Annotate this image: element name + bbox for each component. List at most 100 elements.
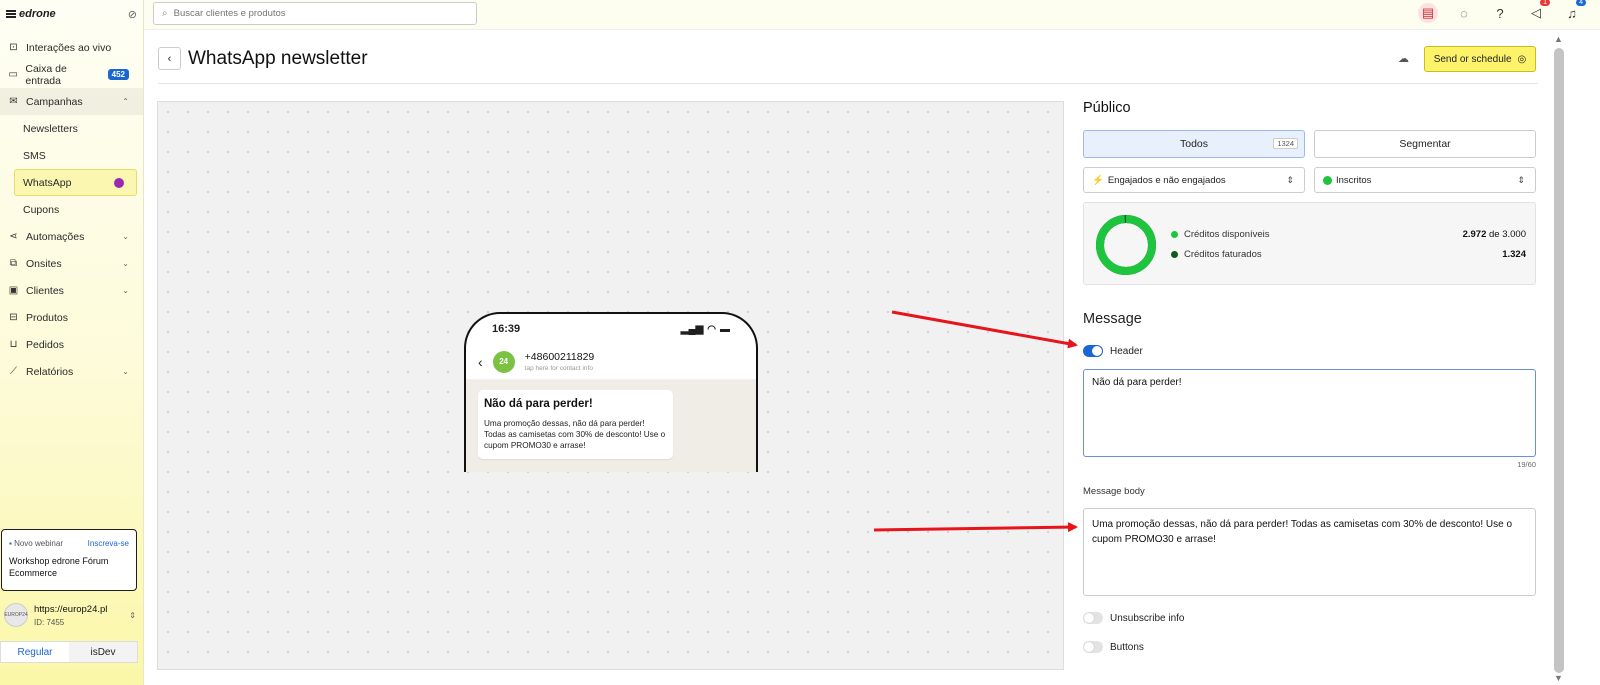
lightbulb-icon[interactable]: ◌ <box>1454 3 1474 23</box>
account-switcher[interactable]: EUROP24 https://europ24.pl ID: 7455 ⇕ <box>4 603 136 627</box>
audience-count: 1324 <box>1273 138 1298 149</box>
message-bubble: Não dá para perder! Uma promoção dessas,… <box>478 390 673 459</box>
bell-icon[interactable]: ♫ 4 <box>1562 0 1586 23</box>
topbar-actions: ▤ ◌ ? ◁ 1 ♫ 4 <box>1418 0 1586 23</box>
chat-icon[interactable]: ▤ <box>1418 3 1438 23</box>
audience-title: Público <box>1083 100 1131 116</box>
announce-count: 1 <box>1540 0 1550 6</box>
vertical-scrollbar[interactable]: ▲ ▼ <box>1550 30 1568 685</box>
brand-logo[interactable]: edrone <box>6 8 56 20</box>
search-icon: ⌕ <box>162 8 168 19</box>
mode-toggle: Regular isDev <box>0 641 138 663</box>
engagement-value: Engajados e não engajados <box>1107 174 1226 186</box>
message-title: Message <box>1083 311 1142 327</box>
inbox-icon: ▭ <box>8 69 18 80</box>
chevron-updown-icon[interactable]: ⇕ <box>129 611 136 620</box>
contact-sub: tap here for contact info <box>524 365 593 372</box>
scroll-up-icon[interactable]: ▲ <box>1554 34 1563 44</box>
sidebar-item-campaigns[interactable]: ✉ Campanhas ⌃ <box>0 88 143 115</box>
mode-regular-button[interactable]: Regular <box>1 642 69 662</box>
buttons-label: Buttons <box>1110 641 1144 653</box>
sidebar-item-label: Automações <box>26 230 85 243</box>
credits-available-value: 2.972 de 3.000 <box>1463 229 1526 240</box>
mode-isdev-button[interactable]: isDev <box>69 642 137 662</box>
tab-segment[interactable]: Segmentar <box>1314 130 1536 158</box>
phone-time: 16:39 <box>492 323 521 335</box>
tab-all[interactable]: Todos 1324 <box>1083 130 1305 158</box>
sidebar-item-clients[interactable]: ▣ Clientes ⌄ <box>0 277 143 304</box>
header-toggle-row: Header <box>1083 345 1143 357</box>
sidebar: edrone ⊘ ⊡ Interações ao vivo ▭ Caixa de e… <box>0 0 144 685</box>
header-toggle-label: Header <box>1110 345 1143 357</box>
bubble-text: Uma promoção dessas, não dá para perder!… <box>484 419 666 450</box>
message-body-input[interactable]: Uma promoção dessas, não dá para perder!… <box>1083 508 1536 596</box>
engagement-select[interactable]: ⚡ Engajados e não engajados ⇕ <box>1083 167 1305 193</box>
back-button[interactable]: ‹ <box>158 47 181 70</box>
credits-available-row: Créditos disponíveis 2.972 de 3.000 <box>1171 229 1526 240</box>
scroll-down-icon[interactable]: ▼ <box>1554 673 1563 683</box>
header-char-counter: 19/60 <box>1517 460 1536 469</box>
available-dot-icon <box>1171 231 1178 238</box>
tab-all-label: Todos <box>1179 138 1209 150</box>
buttons-toggle[interactable] <box>1083 641 1103 653</box>
audience-selects: ⚡ Engajados e não engajados ⇕ Inscritos … <box>1083 167 1536 193</box>
sidebar-item-newsletters[interactable]: Newsletters <box>0 115 143 142</box>
unsubscribe-label: Unsubscribe info <box>1110 612 1185 624</box>
cloud-save-icon: ☁ <box>1398 53 1409 65</box>
sidebar-item-products[interactable]: ⊟ Produtos <box>0 304 143 331</box>
credits-billed-row: Créditos faturados 1.324 <box>1171 249 1526 260</box>
audience-tabs: Todos 1324 Segmentar <box>1083 130 1536 158</box>
phone-preview: 16:39 ▂▄▆ ◠ ▬ ‹ 24 +48600211829 tap here… <box>464 312 758 472</box>
help-icon[interactable]: ? <box>1490 3 1510 23</box>
credits-billed-value: 1.324 <box>1502 249 1526 260</box>
reports-icon: ⟋ <box>10 366 17 377</box>
cart-icon: ⊔ <box>9 339 18 350</box>
webinar-card[interactable]: ▪ Novo webinar Inscreva-se Workshop edro… <box>1 529 137 591</box>
header-toggle[interactable] <box>1083 345 1103 357</box>
header-text-input[interactable]: Não dá para perder! <box>1083 369 1536 457</box>
sidebar-item-label: Campanhas <box>26 95 83 108</box>
send-schedule-button[interactable]: Send or schedule ◎ <box>1424 46 1536 72</box>
sidebar-item-label: Onsites <box>26 257 62 270</box>
battery-icon: ▬ <box>720 323 730 335</box>
menu-icon[interactable] <box>6 10 16 18</box>
automation-icon: ⋖ <box>9 231 18 242</box>
message-body-label: Message body <box>1083 486 1145 497</box>
sidebar-item-live[interactable]: ⊡ Interações ao vivo <box>0 34 143 61</box>
sidebar-item-label: Cupons <box>23 203 60 216</box>
sidebar-item-label: Caixa de entrada <box>25 62 67 87</box>
chevron-down-icon: ⌄ <box>122 286 129 295</box>
sidebar-item-inbox[interactable]: ▭ Caixa de entrada 452 <box>0 61 143 88</box>
chat-body: Não dá para perder! Uma promoção dessas,… <box>466 380 756 472</box>
chevron-up-icon: ⌃ <box>122 97 129 106</box>
status-select[interactable]: Inscritos ⇕ <box>1314 167 1536 193</box>
sidebar-item-coupons[interactable]: Cupons <box>0 196 143 223</box>
clients-icon: ▣ <box>8 285 19 296</box>
tab-segment-label: Segmentar <box>1399 138 1451 150</box>
chevron-left-icon: ‹ <box>167 52 172 65</box>
webinar-signup-link[interactable]: Inscreva-se <box>88 539 129 548</box>
unsubscribe-toggle-row: Unsubscribe info <box>1083 612 1184 624</box>
search-box[interactable]: ⌕ <box>153 2 477 25</box>
settings-panel: Público Todos 1324 Segmentar ⚡ Engajados… <box>1083 100 1536 653</box>
webinar-header: ▪ Novo webinar Inscreva-se <box>9 539 129 548</box>
donut-available <box>1096 215 1156 275</box>
inbox-count-badge: 452 <box>107 69 129 80</box>
sidebar-item-orders[interactable]: ⊔ Pedidos <box>0 331 143 358</box>
sidebar-item-onsites[interactable]: ⧉ Onsites ⌄ <box>0 250 143 277</box>
brand-name: edrone <box>19 8 56 20</box>
sidebar-item-automations[interactable]: ⋖ Automações ⌄ <box>0 223 143 250</box>
products-icon: ⊟ <box>9 312 18 323</box>
search-input[interactable] <box>173 8 454 19</box>
sidebar-item-whatsapp[interactable]: WhatsApp <box>14 169 137 196</box>
pin-off-icon[interactable]: ⊘ <box>128 8 137 21</box>
unsubscribe-toggle[interactable] <box>1083 612 1103 624</box>
scroll-thumb[interactable] <box>1554 48 1564 673</box>
sidebar-item-sms[interactable]: SMS <box>0 142 143 169</box>
chat-header: ‹ 24 +48600211829 tap here for contact i… <box>466 344 756 380</box>
megaphone-icon[interactable]: ◁ 1 <box>1526 0 1550 23</box>
new-feature-icon <box>114 177 124 188</box>
sidebar-item-label: Interações ao vivo <box>26 41 112 54</box>
sidebar-item-label: WhatsApp <box>23 176 72 189</box>
sidebar-item-reports[interactable]: ⟋ Relatórios ⌄ <box>0 358 143 385</box>
